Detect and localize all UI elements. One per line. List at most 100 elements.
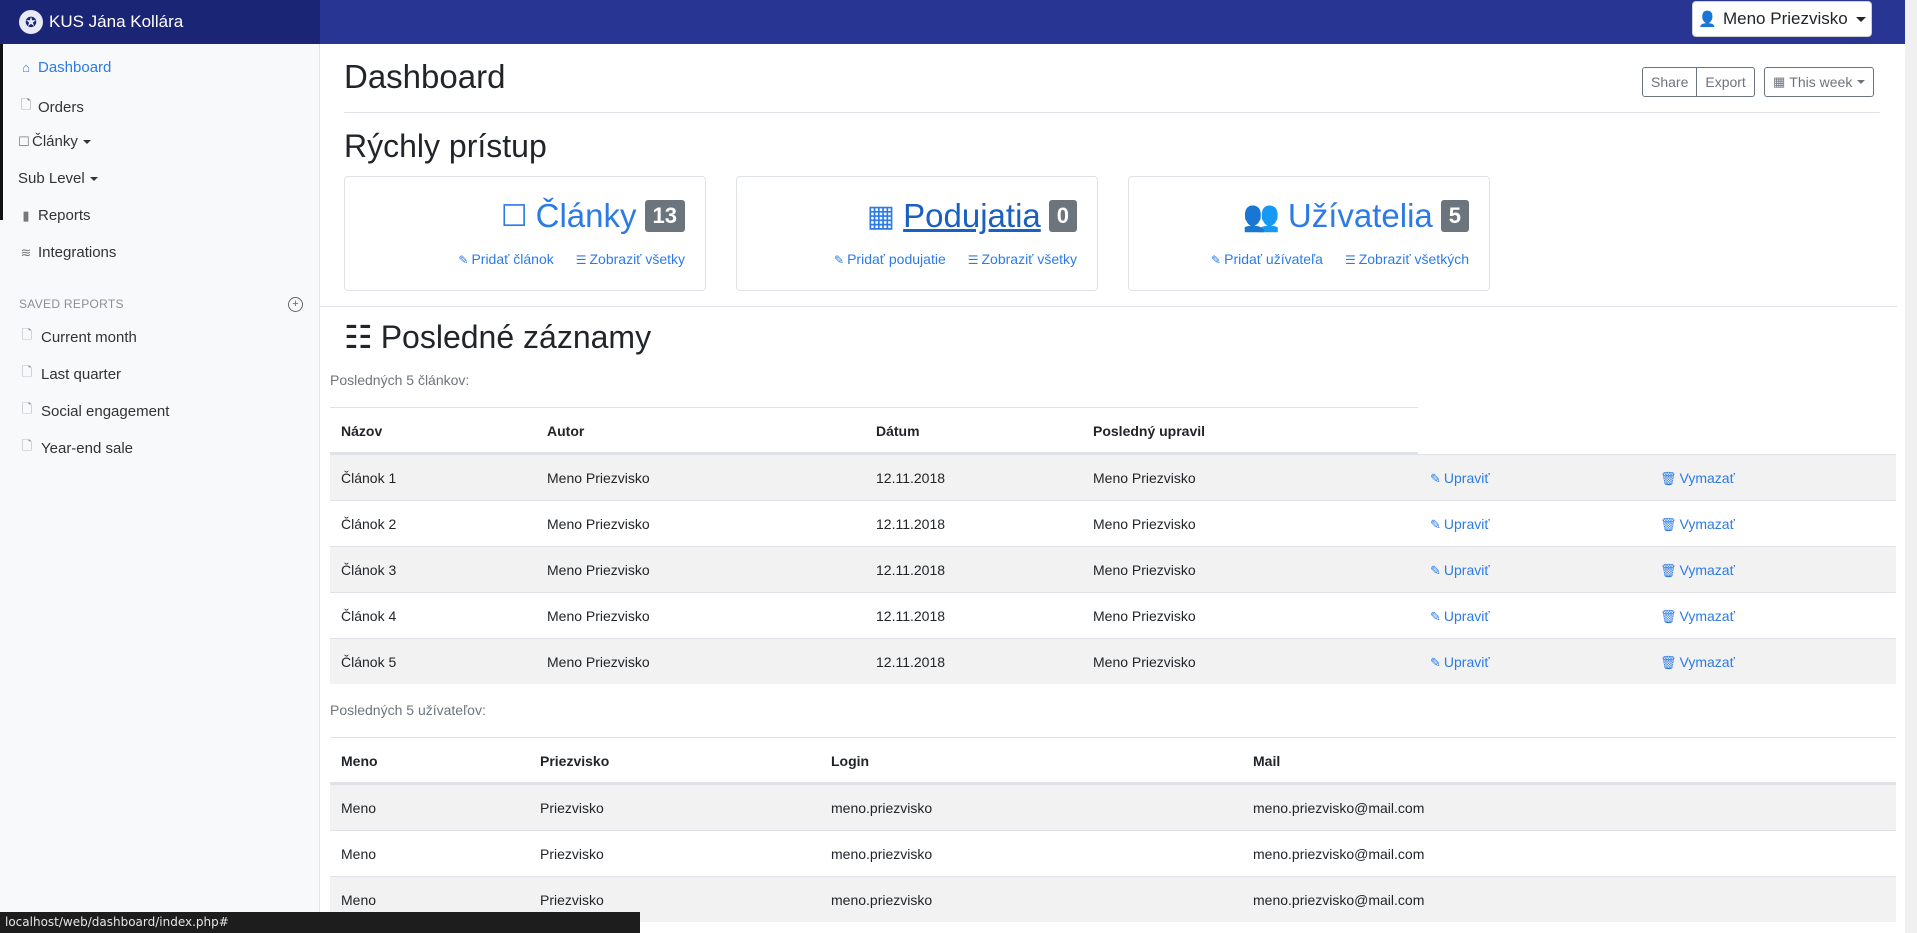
count-badge: 13 (644, 200, 685, 232)
article-date: 12.11.2018 (876, 470, 946, 486)
user-login: meno.priezvisko (831, 892, 933, 908)
sidebar-item-integrations[interactable]: ≋ Integrations (18, 244, 117, 261)
table-header: Meno Priezvisko Login Mail (330, 737, 1896, 784)
file-icon: 🗋 (21, 327, 33, 342)
card-links: ✎ Pridať užívateľa ☰ Zobraziť všetkých (1189, 251, 1469, 267)
saved-report-item[interactable]: 🗋 Year-end sale (19, 437, 133, 459)
delete-label: Vymazať (1679, 562, 1735, 578)
list-icon: ☰ (967, 253, 979, 267)
article-last-edit: Meno Priezvisko (1093, 654, 1196, 670)
top-navbar: ✪ KUS Jána Kollára 👤 Meno Priezvisko (0, 0, 1905, 44)
saved-report-item[interactable]: 🗋 Last quarter (19, 363, 121, 385)
delete-label: Vymazať (1679, 654, 1735, 670)
saved-report-item[interactable]: 🗋 Social engagement (19, 400, 170, 422)
delete-link[interactable]: 🗑 Vymazať (1660, 455, 1735, 501)
saved-report-item[interactable]: 🗋 Current month (19, 326, 137, 348)
edit-link[interactable]: ✎ Upraviť (1430, 639, 1490, 685)
list-icon: ☰ (1344, 253, 1356, 267)
sidebar-item-label: Sub Level (18, 170, 85, 187)
saved-report-label: Last quarter (41, 365, 122, 383)
share-button[interactable]: Share (1642, 67, 1698, 97)
card-title-link[interactable]: 👥 Užívatelia 5 (1242, 197, 1469, 235)
logo-icon: ✪ (19, 10, 43, 34)
trash-icon: 🗑 (1660, 563, 1677, 578)
sidebar-item-label: Články (32, 133, 78, 150)
sidebar-item-orders[interactable]: 🗋 Orders (18, 96, 84, 118)
browser-status-url: localhost/web/dashboard/index.php# (0, 912, 640, 933)
edit-icon: ✎ (1430, 517, 1441, 532)
view-all-link[interactable]: ☰ Zobraziť všetky (576, 251, 685, 267)
add-link[interactable]: ✎ Pridať podujatie (834, 251, 946, 267)
brand-name: KUS Jána Kollára (49, 12, 184, 31)
sidebar-item-label: Dashboard (38, 59, 112, 76)
edit-link[interactable]: ✎ Upraviť (1430, 593, 1490, 639)
sidebar-item-dashboard[interactable]: ⌂ Dashboard (18, 59, 111, 76)
edit-icon: ✎ (1430, 563, 1441, 578)
period-label: This week (1789, 74, 1853, 90)
article-date: 12.11.2018 (876, 516, 946, 532)
view-all-label: Zobraziť všetkých (1358, 251, 1469, 267)
vertical-scrollbar[interactable] (1905, 0, 1917, 933)
add-report-icon[interactable]: + (288, 297, 303, 312)
period-dropdown[interactable]: ▦ This week (1764, 67, 1875, 97)
export-button[interactable]: Export (1697, 67, 1755, 97)
brand[interactable]: ✪ KUS Jána Kollára (0, 0, 320, 44)
user-menu-button[interactable]: 👤 Meno Priezvisko (1692, 1, 1872, 37)
users-caption: Posledných 5 užívateľov: (330, 702, 486, 718)
ordered-list-icon: ☷ (344, 319, 373, 355)
saved-report-label: Current month (41, 328, 137, 346)
user-login: meno.priezvisko (831, 846, 933, 862)
recent-heading-text: Posledné záznamy (380, 318, 652, 355)
edit-label: Upraviť (1443, 654, 1490, 670)
caret-down-icon (1857, 80, 1866, 84)
sidebar-item-label: Orders (38, 98, 84, 116)
sidebar-item-reports[interactable]: ▮ Reports (18, 207, 90, 224)
column-header: Autor (547, 423, 585, 439)
user-first-name: Meno (341, 846, 377, 862)
sidebar-item-label: Integrations (38, 244, 117, 261)
trash-icon: 🗑 (1660, 517, 1677, 532)
file-icon: 🗋 (21, 364, 33, 379)
view-all-link[interactable]: ☰ Zobraziť všetkých (1345, 251, 1469, 267)
add-link[interactable]: ✎ Pridať užívateľa (1211, 251, 1323, 267)
count-badge: 0 (1048, 200, 1077, 232)
article-author: Meno Priezvisko (547, 654, 650, 670)
add-link-label: Pridať článok (471, 251, 554, 267)
sidebar-item-clanky[interactable]: ☐ Články (18, 133, 91, 150)
edit-link[interactable]: ✎ Upraviť (1430, 455, 1490, 501)
delete-link[interactable]: 🗑 Vymazať (1660, 501, 1735, 547)
edit-icon: ✎ (1430, 655, 1441, 670)
table-row: Článok 4 Meno Priezvisko 12.11.2018 Meno… (330, 592, 1896, 638)
quick-card-podujatia: ▦ Podujatia 0 ✎ Pridať podujatie ☰ Zobrazi… (736, 176, 1098, 291)
home-icon: ⌂ (22, 60, 30, 75)
trash-icon: 🗑 (1660, 609, 1677, 624)
add-link-label: Pridať užívateľa (1224, 251, 1323, 267)
card-title-link[interactable]: ☐ Články 13 (501, 197, 685, 235)
quick-card-clanky: ☐ Články 13 ✎ Pridať článok ☰ Zobraziť vše… (344, 176, 706, 291)
add-link[interactable]: ✎ Pridať článok (458, 251, 553, 267)
edit-link[interactable]: ✎ Upraviť (1430, 501, 1490, 547)
delete-link[interactable]: 🗑 Vymazať (1660, 639, 1735, 685)
card-title-link[interactable]: ▦ Podujatia 0 (867, 197, 1077, 235)
delete-link[interactable]: 🗑 Vymazať (1660, 593, 1735, 639)
delete-link[interactable]: 🗑 Vymazať (1660, 547, 1735, 593)
file-icon: 🗋 (21, 438, 33, 453)
users-icon: 👥 (1242, 199, 1280, 233)
recent-heading: ☷ Posledné záznamy (344, 318, 651, 356)
calendar-icon: ▦ (866, 199, 896, 233)
edit-label: Upraviť (1443, 608, 1490, 624)
user-last-name: Priezvisko (540, 846, 604, 862)
view-all-label: Zobraziť všetky (589, 251, 686, 267)
table-row: Meno Priezvisko meno.priezvisko meno.pri… (330, 830, 1896, 876)
divider (344, 112, 1880, 113)
article-last-edit: Meno Priezvisko (1093, 516, 1196, 532)
view-all-link[interactable]: ☰ Zobraziť všetky (968, 251, 1077, 267)
pencil-icon: ✎ (458, 253, 469, 267)
edit-link[interactable]: ✎ Upraviť (1430, 547, 1490, 593)
saved-report-label: Year-end sale (41, 439, 134, 457)
edit-icon: ✎ (1430, 471, 1441, 486)
delete-label: Vymazať (1679, 516, 1735, 532)
user-mail: meno.priezvisko@mail.com (1253, 846, 1425, 862)
article-title: Článok 2 (341, 516, 397, 532)
sidebar-item-sub-level[interactable]: Sub Level (18, 170, 98, 187)
